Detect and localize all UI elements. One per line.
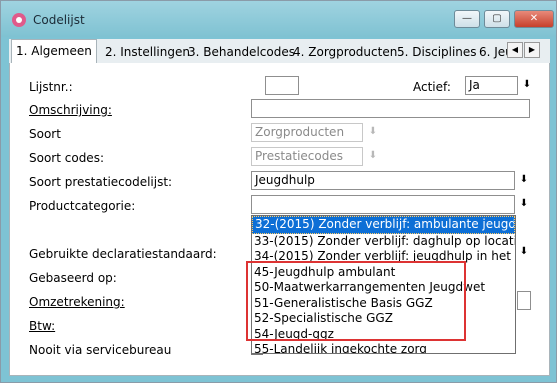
actief-label: Actief: — [413, 80, 451, 94]
omzetrekening-button[interactable] — [517, 291, 531, 310]
gebaseerd-op-label: Gebaseerd op: — [29, 271, 117, 285]
soort-prestatiecodelijst-dropdown-icon[interactable]: ⬇ — [517, 172, 531, 188]
soort-label: Soort — [29, 127, 61, 141]
tab-behandelcodes[interactable]: 3. Behandelcodes — [184, 41, 299, 63]
actief-select[interactable]: Ja — [465, 76, 518, 95]
codelijst-window: Codelijst — ▢ ✕ 1. Algemeen 2. Instellin… — [0, 0, 557, 383]
soort-dropdown-icon: ⬇ — [368, 126, 378, 137]
dropdown-option[interactable]: 55-Landelijk ingekochte zorg — [252, 342, 515, 353]
tab-zorgproducten[interactable]: 4. Zorgproducten — [289, 41, 401, 63]
minimize-button[interactable]: — — [454, 10, 480, 28]
app-icon — [12, 13, 26, 27]
soort-prestatiecodelijst-label: Soort prestatiecodelijst: — [29, 175, 173, 189]
tab-instellingen[interactable]: 2. Instellingen — [101, 41, 194, 63]
actief-dropdown-icon[interactable]: ⬇ — [520, 77, 534, 93]
tab-scroll-right-icon[interactable]: ▶ — [524, 42, 540, 58]
soort-select: Zorgproducten — [251, 123, 363, 142]
title-bar[interactable]: Codelijst — ▢ ✕ — [1, 1, 556, 37]
maximize-button[interactable]: ▢ — [484, 10, 510, 28]
omschrijving-input[interactable] — [251, 99, 530, 118]
declaratiestandaard-label: Gebruikte declaratiestandaard: — [29, 247, 217, 261]
omschrijving-label: Omschrijving: — [29, 103, 112, 117]
productcategorie-label: Productcategorie: — [29, 199, 136, 213]
productcategorie-dropdown-icon[interactable]: ⬇ — [517, 196, 531, 212]
tab-jeugd[interactable]: 6. Jeu — [475, 41, 509, 63]
soort-prestatiecodelijst-select[interactable]: Jeugdhulp — [251, 171, 515, 190]
window-title: Codelijst — [33, 13, 85, 27]
productcategorie-select[interactable] — [251, 195, 515, 214]
servicebureau-label: Nooit via servicebureau — [29, 343, 172, 357]
tab-bar: 1. Algemeen 2. Instellingen 3. Behandelc… — [9, 39, 550, 65]
soort-codes-dropdown-icon: ⬇ — [368, 150, 378, 161]
soort-codes-select: Prestatiecodes — [251, 147, 363, 166]
close-button[interactable]: ✕ — [514, 10, 554, 28]
tab-disciplines[interactable]: 5. Disciplines — [393, 41, 481, 63]
soort-codes-label: Soort codes: — [29, 151, 104, 165]
lijstnr-label: Lijstnr.: — [29, 80, 73, 94]
tab-algemeen[interactable]: 1. Algemeen — [11, 39, 97, 65]
highlight-box — [246, 261, 466, 341]
tab-scroll-left-icon[interactable]: ◀ — [507, 42, 523, 58]
lijstnr-input[interactable] — [265, 76, 299, 95]
declaratiestandaard-dropdown-icon[interactable]: ⬇ — [517, 244, 531, 260]
btw-label: Btw: — [29, 319, 56, 333]
dropdown-option[interactable]: 32-(2015) Zonder verblijf: ambulante jeu… — [252, 216, 515, 234]
omzetrekening-label: Omzetrekening: — [29, 295, 125, 309]
dropdown-option[interactable]: 33-(2015) Zonder verblijf: daghulp op lo… — [252, 234, 515, 250]
